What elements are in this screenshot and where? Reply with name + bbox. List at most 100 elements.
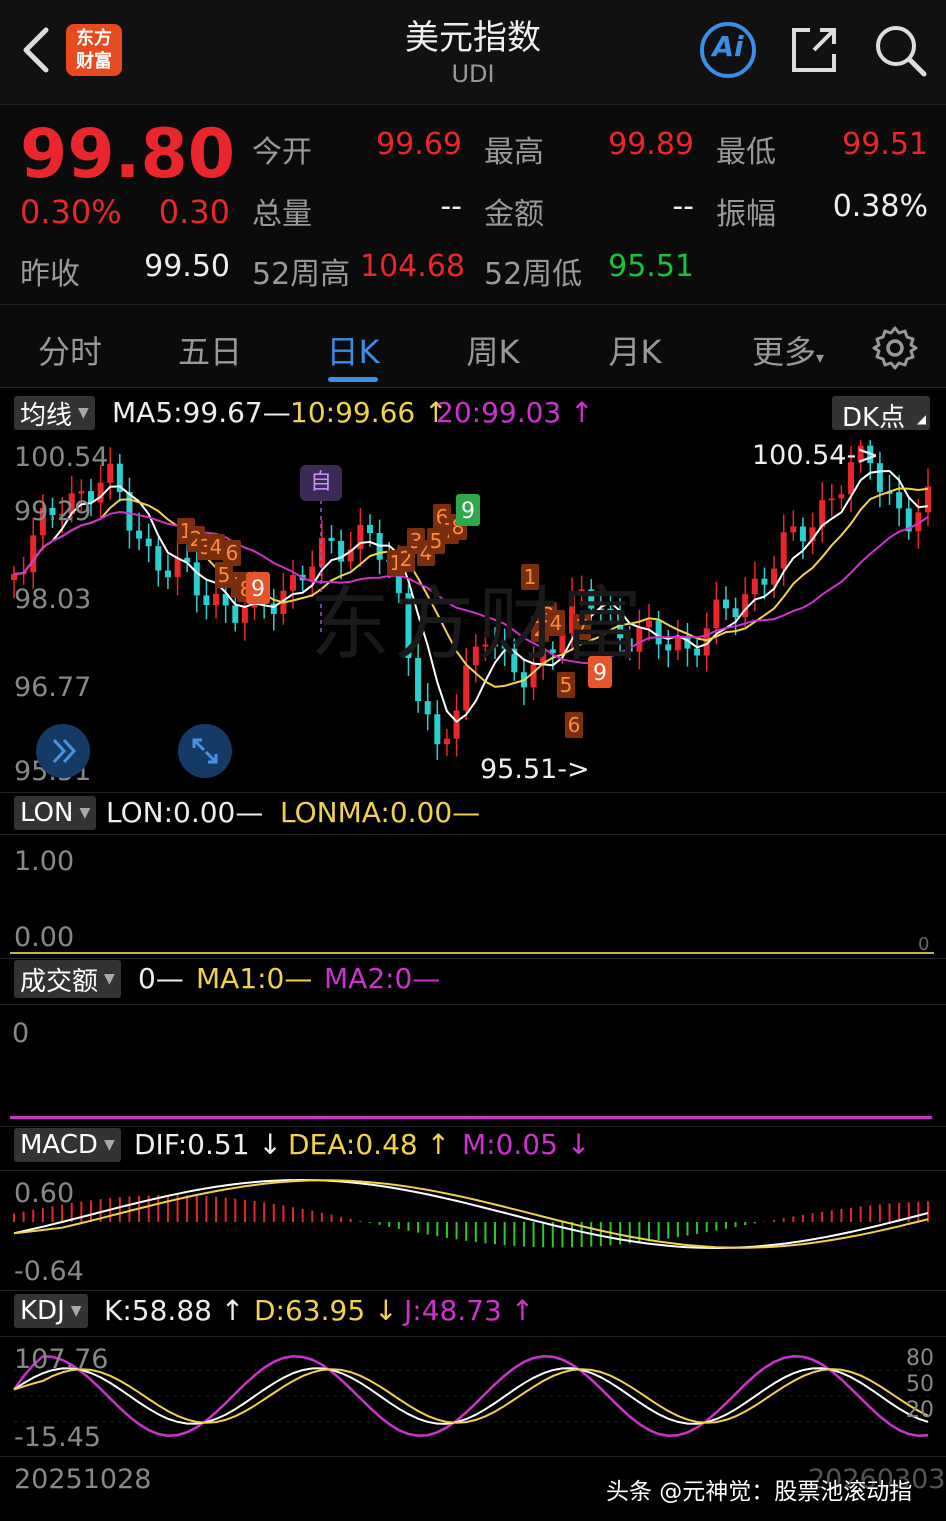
macd-chart[interactable] bbox=[0, 1172, 946, 1288]
candle-body bbox=[655, 620, 662, 645]
lon-axis-bottom: 0.00 bbox=[14, 922, 75, 953]
prev-close-label: 昨收 bbox=[20, 257, 80, 292]
chevron-left-icon bbox=[23, 27, 49, 73]
dropdown-caret-icon: ▼ bbox=[78, 405, 89, 421]
k-legend: K:58.88 ↑ bbox=[104, 1294, 244, 1327]
candle-body bbox=[896, 492, 903, 509]
search-button[interactable] bbox=[872, 22, 928, 78]
candle-body bbox=[78, 491, 85, 494]
tab-monthly-k[interactable]: 月K bbox=[575, 327, 695, 373]
sequence-badge-label: 6 bbox=[226, 541, 239, 565]
expand-left-button[interactable] bbox=[36, 724, 90, 778]
amplitude-value: 0.38% bbox=[832, 189, 928, 224]
candle-body bbox=[751, 578, 758, 595]
lon-zero-line bbox=[10, 952, 934, 954]
low-label: 最低 bbox=[716, 135, 776, 170]
sequence-badge-label: 6 bbox=[568, 713, 581, 737]
sequence-badge-label: 5 bbox=[560, 673, 573, 697]
period-tabs: 分时 五日 日K 周K 月K 更多▾ bbox=[0, 304, 946, 388]
prev-close-value: 99.50 bbox=[144, 249, 230, 284]
price-axis-tick: 99.29 bbox=[14, 496, 92, 527]
open-value: 99.69 bbox=[376, 127, 462, 162]
tab-five-day[interactable]: 五日 bbox=[150, 327, 270, 373]
amplitude-label: 振幅 bbox=[716, 197, 776, 232]
candle-body bbox=[11, 574, 17, 580]
lon-select-label: LON bbox=[20, 798, 74, 828]
candle-body bbox=[174, 557, 181, 578]
ma20-value: 20:99.03 bbox=[436, 396, 562, 429]
candle-body bbox=[761, 578, 768, 585]
high-label: 最高 bbox=[484, 135, 544, 170]
change-value: 0.30 bbox=[158, 193, 230, 231]
dif-legend: DIF:0.51 ↓ bbox=[134, 1128, 282, 1161]
macd-indicator-select[interactable]: MACD ▼ bbox=[14, 1128, 121, 1162]
page-title: 美元指数 bbox=[405, 18, 541, 58]
candle-body bbox=[241, 607, 248, 623]
panel-divider bbox=[0, 1004, 946, 1005]
tab-intraday[interactable]: 分时 bbox=[10, 327, 130, 373]
amount-ma-line bbox=[10, 1116, 932, 1119]
candle-body bbox=[790, 526, 797, 533]
lon-axis-top: 1.00 bbox=[14, 846, 75, 877]
ma5-legend: MA5:99.67— bbox=[112, 396, 291, 429]
ma20-legend: 20:99.03 ↑ bbox=[436, 396, 594, 429]
last-price: 99.80 bbox=[20, 115, 236, 194]
amount-select-label: 成交额 bbox=[20, 966, 99, 997]
wk52-high-value: 104.68 bbox=[360, 249, 465, 284]
tab-weekly-k[interactable]: 周K bbox=[433, 327, 553, 373]
candle-body bbox=[434, 714, 441, 745]
price-axis-tick: 96.77 bbox=[14, 672, 92, 703]
start-date: 20251028 bbox=[14, 1464, 152, 1495]
d-legend: D:63.95 ↓ bbox=[254, 1294, 398, 1327]
self-select-marker[interactable]: 自 bbox=[300, 465, 342, 501]
app-header: 东方 财富 美元指数 UDI Ai bbox=[0, 0, 946, 104]
candle-body bbox=[771, 568, 778, 585]
caret-down-icon: ▾ bbox=[815, 348, 825, 367]
ma-indicator-select[interactable]: 均线 ▼ bbox=[14, 396, 95, 431]
instrument-code: UDI bbox=[451, 60, 495, 88]
sequence-badge-label: 5 bbox=[218, 563, 231, 587]
low-value: 99.51 bbox=[842, 127, 928, 162]
candle-body bbox=[694, 648, 701, 656]
kdj-level-80: 80 bbox=[906, 1346, 934, 1371]
kdj-chart[interactable] bbox=[0, 1338, 946, 1454]
candle-body bbox=[145, 538, 152, 547]
panel-divider bbox=[0, 1456, 946, 1457]
ai-button[interactable]: Ai bbox=[698, 22, 758, 78]
candle-body bbox=[366, 524, 373, 534]
dea-line bbox=[13, 1179, 929, 1249]
settings-button[interactable] bbox=[872, 325, 918, 371]
kdj-axis-top: 107.76 bbox=[14, 1344, 109, 1375]
candle-body bbox=[193, 562, 200, 596]
back-button[interactable] bbox=[14, 22, 58, 78]
candle-body bbox=[722, 599, 729, 609]
lonma-legend: LONMA:0.00— bbox=[280, 796, 481, 829]
quote-panel: 99.80 0.30% 0.30 昨收 99.50 今开 99.69 最高 99… bbox=[0, 104, 946, 304]
lon-indicator-select[interactable]: LON ▼ bbox=[14, 796, 97, 830]
wk52-low-value: 95.51 bbox=[608, 249, 694, 284]
dk-points-button[interactable]: DK点 ◢ bbox=[832, 396, 930, 433]
share-button[interactable] bbox=[788, 24, 840, 76]
panel-divider bbox=[0, 1126, 946, 1127]
watermark: 东方财富 bbox=[310, 578, 646, 671]
tab-daily-k[interactable]: 日K bbox=[293, 327, 413, 373]
high-value: 99.89 bbox=[608, 127, 694, 162]
panel-divider bbox=[0, 1170, 946, 1171]
app-logo: 东方 财富 bbox=[66, 24, 122, 76]
amount-axis-tick: 0 bbox=[12, 1018, 30, 1049]
candle-body bbox=[453, 710, 460, 739]
kdj-indicator-select[interactable]: KDJ ▼ bbox=[14, 1294, 88, 1328]
nine-badge-label: 9 bbox=[461, 499, 475, 524]
panel-divider bbox=[0, 792, 946, 793]
fullscreen-button[interactable] bbox=[178, 724, 232, 778]
candle-body bbox=[97, 482, 104, 503]
amount-ma1-legend: MA1:0— bbox=[196, 962, 313, 995]
gear-icon bbox=[872, 326, 918, 370]
candle-body bbox=[443, 738, 450, 745]
sequence-badge-label: 4 bbox=[210, 535, 223, 559]
footer-watermark: 头条 @元神觉：股票池滚动指 bbox=[606, 1479, 913, 1505]
tab-more-label: 更多 bbox=[751, 333, 816, 371]
logo-text-line2: 财富 bbox=[76, 51, 112, 72]
amount-indicator-select[interactable]: 成交额 ▼ bbox=[14, 960, 121, 998]
tab-more[interactable]: 更多▾ bbox=[718, 327, 858, 373]
